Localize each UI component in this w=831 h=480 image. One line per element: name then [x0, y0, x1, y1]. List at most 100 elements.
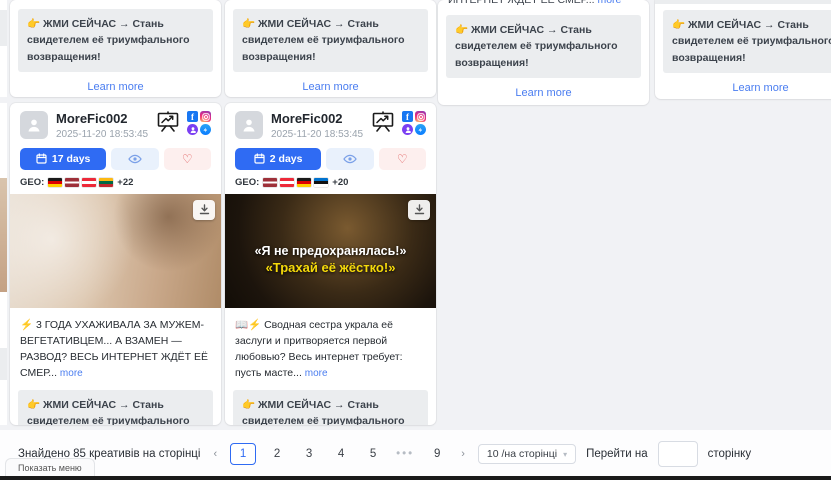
- ad-card: MoreFic002 2025-11-20 18:53:45 f 2 days …: [225, 103, 436, 425]
- results-footer: Знайдено 85 креативів на сторінці ‹ 1 2 …: [0, 430, 831, 480]
- pagination-bar: Знайдено 85 креативів на сторінці ‹ 1 2 …: [0, 430, 831, 472]
- goto-page-input[interactable]: [658, 441, 698, 467]
- goto-page-suffix: сторінку: [708, 448, 752, 460]
- partial-image-edge: [0, 178, 7, 292]
- ad-column-1: 👉 ЖМИ СЕЙЧАС → Стань свидетелем её триум…: [10, 0, 221, 425]
- favorite-button[interactable]: ♡: [164, 148, 211, 170]
- audience-network-icon: [187, 124, 198, 135]
- instagram-icon: [200, 111, 211, 122]
- image-overlay-text: «Я не предохранялась!» «Трахай её жёстко…: [225, 244, 436, 275]
- page-button-1[interactable]: 1: [230, 443, 256, 465]
- preview-button[interactable]: [111, 148, 158, 170]
- cut-off-content: [225, 0, 436, 3]
- geo-row: GEO: +22: [10, 170, 221, 194]
- cta-text-block: 👉 ЖМИ СЕЙЧАС → Стань свидетелем её триум…: [446, 15, 641, 78]
- days-label: 17 days: [52, 153, 91, 165]
- profile-name: MoreFic002: [271, 111, 371, 127]
- ad-card-partial: 👉 ЖМИ СЕЙЧАС → Стань свидетелем её триум…: [655, 0, 831, 99]
- board-chart-icon[interactable]: [371, 111, 395, 132]
- next-page-icon[interactable]: ›: [458, 448, 468, 460]
- flag-latvia-icon: [263, 178, 277, 187]
- flag-lithuania-icon: [99, 178, 113, 187]
- download-icon[interactable]: [193, 200, 215, 220]
- flag-germany-icon: [48, 178, 62, 187]
- instagram-icon: [415, 111, 426, 122]
- ad-description: 📖⚡ Сводная сестра украла её заслуги и пр…: [225, 308, 436, 384]
- facebook-icon: f: [187, 111, 198, 122]
- ad-column-4: 👉 ЖМИ СЕЙЧАС → Стань свидетелем её триум…: [655, 0, 831, 99]
- geo-label: GEO:: [235, 177, 259, 188]
- ad-card-partial: 👉 ЖМИ СЕЙЧАС → Стань свидетелем её триум…: [10, 0, 221, 97]
- partial-card-edge: [0, 0, 7, 430]
- page-button-4[interactable]: 4: [330, 444, 352, 464]
- platforms-grid: f: [187, 111, 211, 135]
- avatar: [235, 111, 263, 139]
- ad-card-partial: 👉 ЖМИ СЕЙЧАС → Стань свидетелем её триум…: [225, 0, 436, 97]
- description-more-link[interactable]: more: [60, 368, 83, 379]
- page-button-3[interactable]: 3: [298, 444, 320, 464]
- partial-card-edge: [0, 10, 7, 46]
- geo-extra-count: +22: [117, 177, 133, 188]
- header-icons: f: [371, 111, 426, 135]
- geo-flags: [263, 178, 328, 187]
- flag-latvia-icon: [65, 178, 79, 187]
- profile-info: MoreFic002 2025-11-20 18:53:45: [271, 111, 371, 140]
- ad-creative-image: «Я не предохранялась!» «Трахай её жёстко…: [225, 194, 436, 308]
- ad-card-partial: ИНТЕРНЕТ ЖДЁТ ЕЁ СМЕР... more 👉 ЖМИ СЕЙЧ…: [438, 0, 649, 105]
- cta-text-block: 👉 ЖМИ СЕЙЧАС → Стань свидетелем её триум…: [18, 390, 213, 425]
- days-active-button[interactable]: 2 days: [235, 148, 321, 170]
- page-button-last[interactable]: 9: [426, 444, 448, 464]
- card-actions: 17 days ♡: [10, 145, 221, 170]
- prev-page-icon[interactable]: ‹: [210, 448, 220, 460]
- cta-text-block: 👉 ЖМИ СЕЙЧАС → Стань свидетелем её триум…: [18, 9, 213, 72]
- ad-description: ⚡ 3 ГОДА УХАЖИВАЛА ЗА МУЖЕМ-ВЕГЕТАТИВЦЕМ…: [10, 308, 221, 384]
- platforms-grid: f: [402, 111, 426, 135]
- flag-austria-icon: [82, 178, 96, 187]
- messenger-icon: [415, 124, 426, 135]
- learn-more-link[interactable]: Learn more: [10, 81, 221, 93]
- days-active-button[interactable]: 17 days: [20, 148, 106, 170]
- creative-timestamp: 2025-11-20 18:53:45: [271, 129, 371, 140]
- geo-row: GEO: +20: [225, 170, 436, 194]
- description-more-link[interactable]: more: [597, 0, 621, 6]
- flag-estonia-icon: [314, 178, 328, 187]
- bottom-edge-bar: [0, 476, 831, 480]
- page-button-2[interactable]: 2: [266, 444, 288, 464]
- chevron-down-icon: ▾: [563, 450, 567, 459]
- partial-card-edge: [0, 348, 7, 380]
- overlay-line-1: «Я не предохранялась!»: [225, 244, 436, 258]
- description-more-link[interactable]: more: [305, 368, 328, 379]
- creative-timestamp: 2025-11-20 18:53:45: [56, 129, 156, 140]
- ad-card: MoreFic002 2025-11-20 18:53:45 f 17 days…: [10, 103, 221, 425]
- audience-network-icon: [402, 124, 413, 135]
- preview-button[interactable]: [326, 148, 373, 170]
- learn-more-link[interactable]: Learn more: [655, 82, 831, 94]
- cta-text-block: 👉 ЖМИ СЕЙЧАС → Стань свидетелем её триум…: [233, 9, 428, 72]
- download-icon[interactable]: [408, 200, 430, 220]
- page-size-select[interactable]: 10 /на сторінці ▾: [478, 444, 576, 464]
- learn-more-link[interactable]: Learn more: [225, 81, 436, 93]
- card-actions: 2 days ♡: [225, 145, 436, 170]
- learn-more-link[interactable]: Learn more: [438, 87, 649, 99]
- card-header: MoreFic002 2025-11-20 18:53:45 f: [10, 103, 221, 145]
- geo-flags: [48, 178, 113, 187]
- board-chart-icon[interactable]: [156, 111, 180, 132]
- ad-column-2: 👉 ЖМИ СЕЙЧАС → Стань свидетелем её триум…: [225, 0, 436, 425]
- card-header: MoreFic002 2025-11-20 18:53:45 f: [225, 103, 436, 145]
- ad-column-3: ИНТЕРНЕТ ЖДЁТ ЕЁ СМЕР... more 👉 ЖМИ СЕЙЧ…: [438, 0, 649, 105]
- header-icons: f: [156, 111, 211, 135]
- flag-germany-icon: [297, 178, 311, 187]
- profile-info: MoreFic002 2025-11-20 18:53:45: [56, 111, 156, 140]
- days-label: 2 days: [270, 153, 303, 165]
- facebook-icon: f: [402, 111, 413, 122]
- page-size-value: 10 /на сторінці: [487, 448, 557, 460]
- page-button-5[interactable]: 5: [362, 444, 384, 464]
- goto-page-label: Перейти на: [586, 448, 648, 460]
- ad-description-text: ⚡ 3 ГОДА УХАЖИВАЛА ЗА МУЖЕМ-ВЕГЕТАТИВЦЕМ…: [20, 319, 208, 380]
- favorite-button[interactable]: ♡: [379, 148, 426, 170]
- avatar: [20, 111, 48, 139]
- cta-text-block: 👉 ЖМИ СЕЙЧАС → Стань свидетелем её триум…: [233, 390, 428, 425]
- geo-extra-count: +20: [332, 177, 348, 188]
- pages-ellipsis[interactable]: •••: [394, 444, 416, 464]
- messenger-icon: [200, 124, 211, 135]
